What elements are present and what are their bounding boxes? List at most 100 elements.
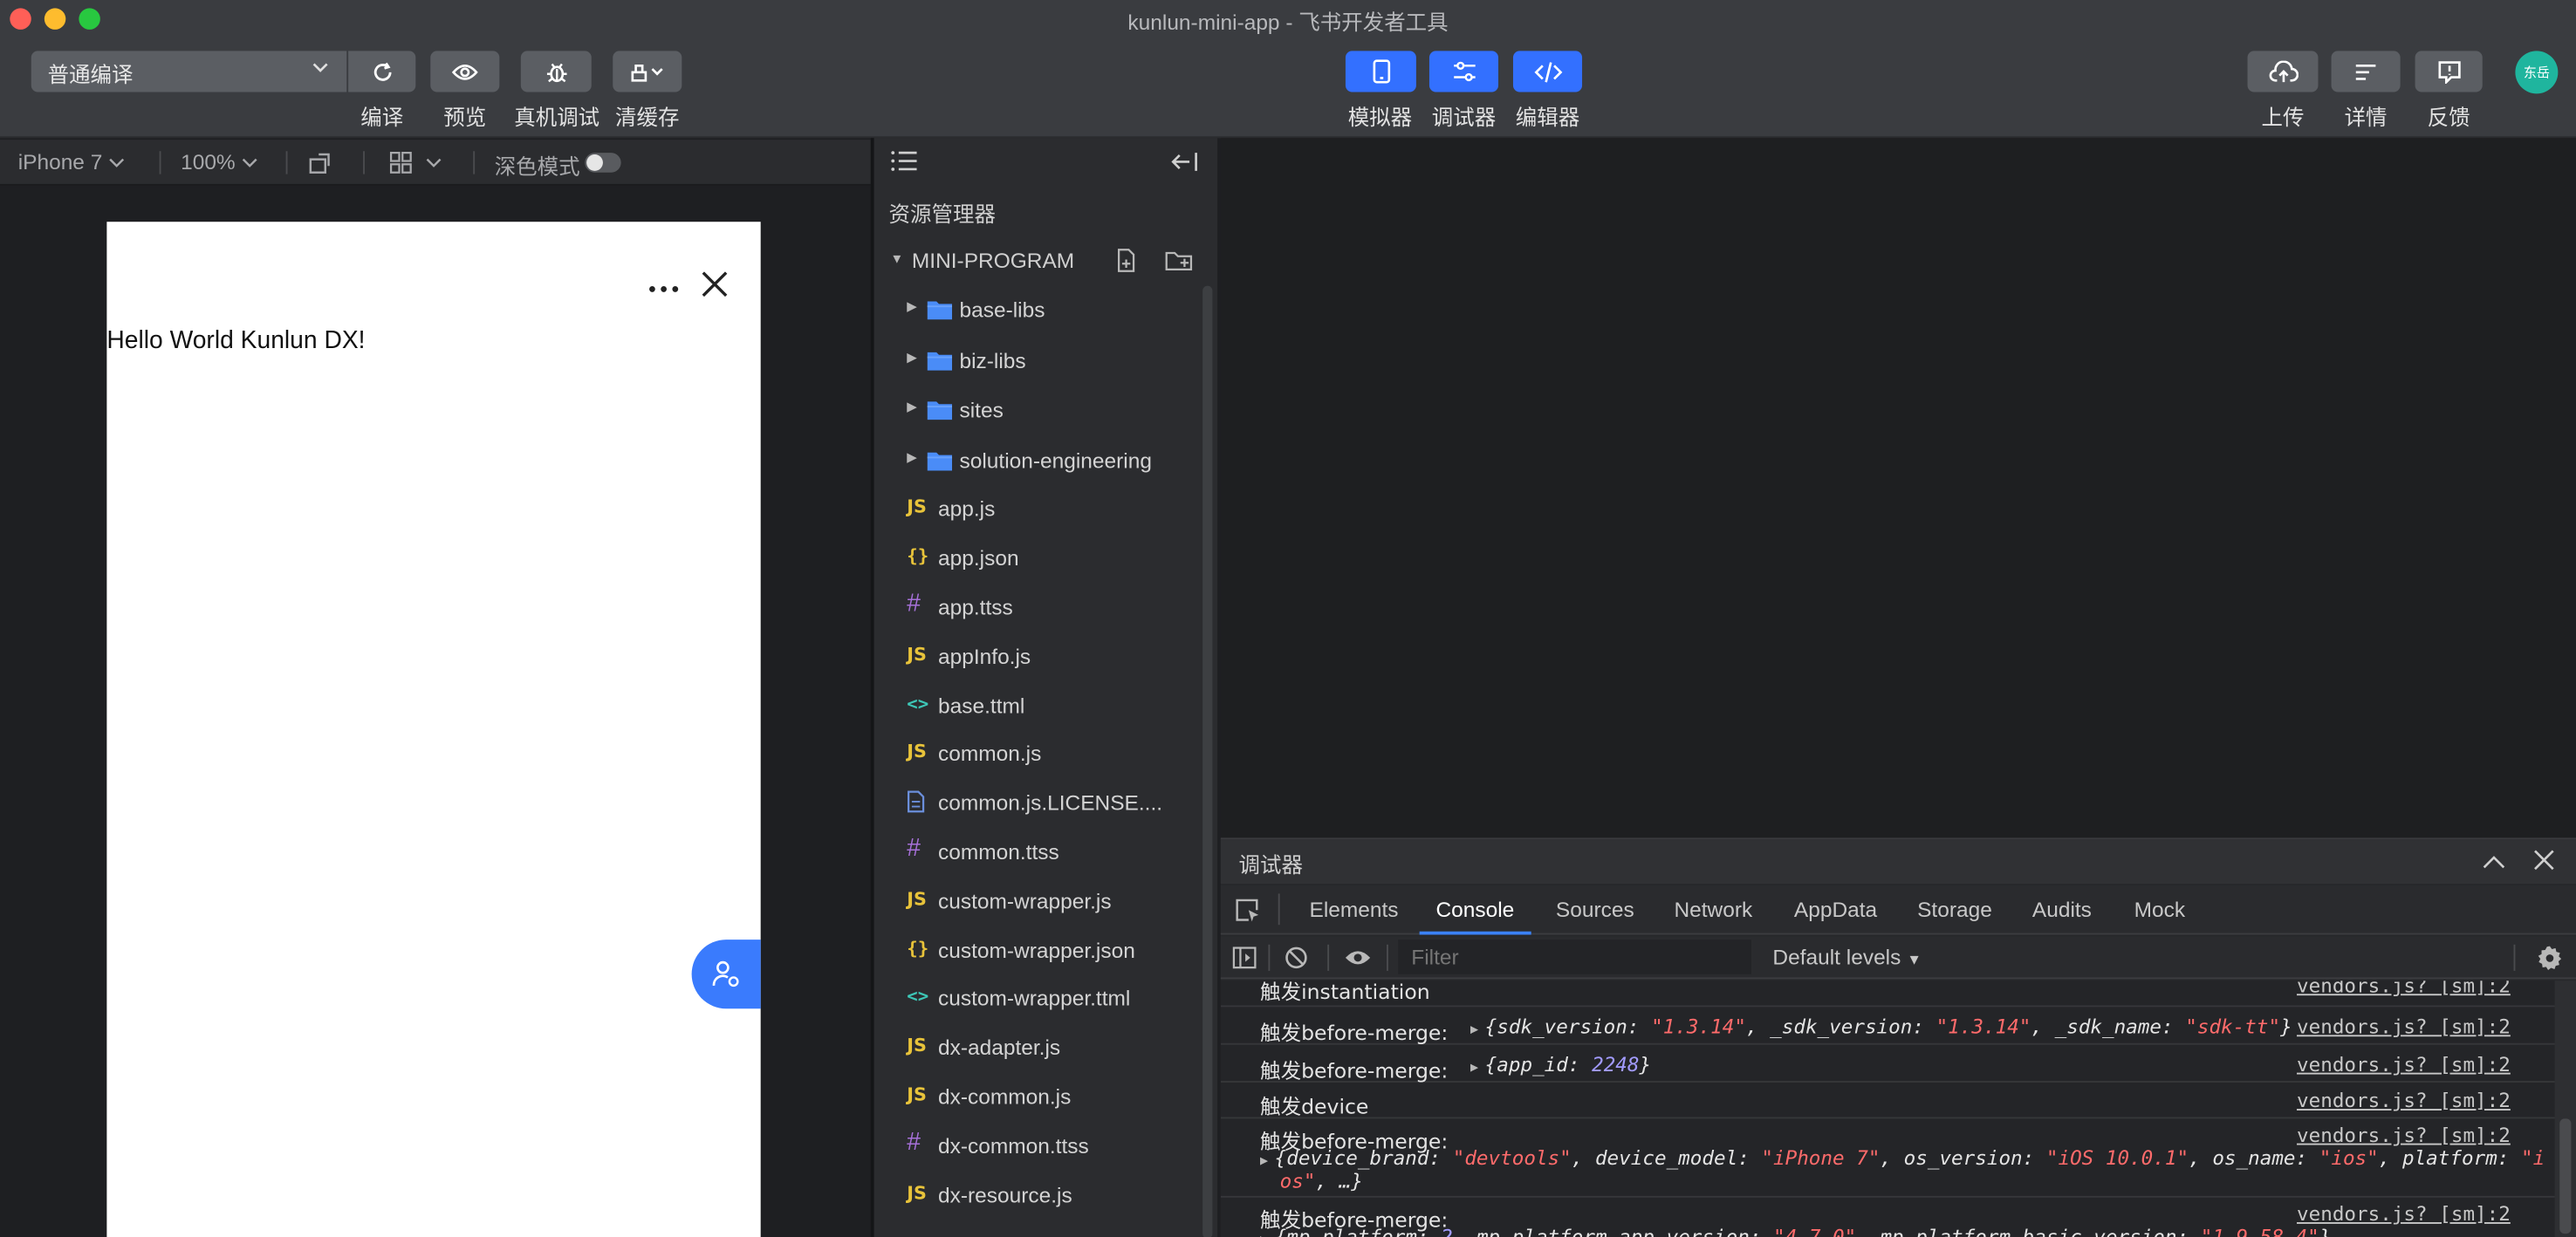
- more-icon[interactable]: [647, 268, 681, 303]
- tree-file[interactable]: common.js.LICENSE....: [874, 781, 1203, 830]
- log-entry[interactable]: 触发before-merge: ▶{mp_platform: 2, mp_pla…: [1221, 1198, 2555, 1237]
- folder-icon: [927, 299, 953, 325]
- chevron-up-icon[interactable]: [2483, 851, 2505, 875]
- console-filter-input[interactable]: [1398, 940, 1751, 974]
- avatar[interactable]: 东岳: [2515, 51, 2559, 94]
- log-object[interactable]: ▶{mp_platform: 2, mp_platform_app_versio…: [1260, 1226, 2331, 1237]
- log-levels-select[interactable]: Default levels ▼: [1772, 945, 1922, 969]
- log-entry[interactable]: 触发instantiation vendors.js? [sm]:2: [1220, 981, 2555, 1008]
- tree-file[interactable]: JS custom-wrapper.js: [874, 878, 1203, 927]
- tree-file[interactable]: JS dx-adapter.js: [874, 1025, 1203, 1074]
- tree-file[interactable]: JS app.js: [874, 487, 1203, 536]
- layout-grid-icon[interactable]: [389, 151, 445, 179]
- tree-item-label: biz-libs: [959, 347, 1026, 372]
- mini-program-section[interactable]: ▼ MINI-PROGRAM: [874, 245, 1217, 278]
- rotate-icon[interactable]: [309, 151, 335, 179]
- log-object[interactable]: ▶ {device_brand: "devtools", device_model…: [1260, 1146, 2545, 1169]
- tab-audits[interactable]: Audits: [2032, 897, 2092, 921]
- feedback-button[interactable]: [2415, 51, 2483, 92]
- json-file-icon: {}: [907, 545, 929, 568]
- tab-mock[interactable]: Mock: [2134, 897, 2185, 921]
- clear-cache-button[interactable]: [613, 51, 682, 92]
- details-button[interactable]: [2331, 51, 2401, 92]
- list-icon[interactable]: [890, 149, 918, 181]
- tree-file[interactable]: JS appInfo.js: [874, 633, 1203, 682]
- close-icon[interactable]: [2533, 850, 2554, 876]
- log-source-link[interactable]: vendors.js? [sm]:2: [2297, 1053, 2511, 1076]
- editor-label: 编辑器: [1515, 105, 1580, 130]
- tree-folder[interactable]: ▶ biz-libs: [874, 336, 1203, 385]
- tab-appdata[interactable]: AppData: [1794, 897, 1877, 921]
- tree-file[interactable]: {} custom-wrapper.json: [874, 927, 1203, 976]
- log-source-link[interactable]: vendors.js? [sm]:2: [2297, 1202, 2511, 1225]
- user-settings-fab[interactable]: [691, 940, 761, 1009]
- caret-right-icon: ▶: [907, 349, 917, 365]
- collapse-panel-icon[interactable]: [1169, 151, 1197, 181]
- tab-console[interactable]: Console: [1435, 897, 1514, 921]
- console-scroll-thumb[interactable]: [2559, 1118, 2572, 1234]
- upload-button[interactable]: [2247, 51, 2319, 92]
- log-entry[interactable]: 触发before-merge: ▶ {sdk_version: "1.3.14",…: [1220, 1007, 2555, 1045]
- feedback-icon: [2437, 61, 2460, 85]
- gear-icon[interactable]: [2537, 945, 2563, 976]
- tree-item-label: base.ttml: [938, 692, 1025, 718]
- folder-icon: [927, 349, 953, 375]
- tree-item-label: dx-resource.js: [938, 1182, 1072, 1207]
- log-entry[interactable]: 触发before-merge: ▶ {device_brand: "devtool…: [1220, 1118, 2555, 1198]
- tree-file[interactable]: # dx-common.ttss: [874, 1124, 1203, 1172]
- console-scrollbar[interactable]: [2554, 981, 2576, 1237]
- log-object[interactable]: ▶ {app_id: 2248}: [1470, 1053, 1651, 1076]
- inspect-element-icon[interactable]: [1234, 897, 1260, 928]
- device-select[interactable]: iPhone 7: [18, 149, 125, 174]
- tree-file[interactable]: <> custom-wrapper.ttml: [874, 976, 1203, 1025]
- log-source-link[interactable]: vendors.js? [sm]:2: [2297, 1015, 2511, 1038]
- toolbar-divider: [1327, 944, 1330, 971]
- preview-button[interactable]: [430, 51, 500, 92]
- refresh-icon: [373, 61, 391, 80]
- log-source-link[interactable]: vendors.js? [sm]:2: [2297, 1089, 2511, 1111]
- phone-screen: Hello World Kunlun DX!: [106, 222, 761, 1237]
- dark-mode-toggle[interactable]: [585, 153, 621, 173]
- device-debug-button[interactable]: [520, 51, 592, 92]
- log-entry[interactable]: 触发before-merge: ▶ {app_id: 2248} vendors.…: [1220, 1045, 2555, 1083]
- tab-storage[interactable]: Storage: [1917, 897, 1992, 921]
- tree-file[interactable]: # common.ttss: [874, 830, 1203, 878]
- tab-elements[interactable]: Elements: [1310, 897, 1399, 921]
- js-file-icon: JS: [907, 742, 927, 763]
- close-icon[interactable]: [698, 268, 731, 309]
- tree-file[interactable]: {} app.json: [874, 536, 1203, 584]
- tree-item-label: solution-engineering: [959, 448, 1152, 473]
- tree-folder[interactable]: ▶ base-libs: [874, 286, 1203, 335]
- log-source-link[interactable]: vendors.js? [sm]:2: [2297, 981, 2511, 997]
- explorer-scrollbar[interactable]: [1202, 285, 1213, 1237]
- device-value: iPhone 7: [17, 149, 103, 174]
- sidebar-toggle-icon[interactable]: [1232, 947, 1257, 974]
- eye-icon[interactable]: [1344, 948, 1372, 973]
- clear-console-icon[interactable]: [1285, 947, 1307, 974]
- zoom-select[interactable]: 100%: [181, 149, 257, 174]
- editor-toggle-button[interactable]: [1512, 51, 1583, 92]
- tab-network[interactable]: Network: [1674, 897, 1752, 921]
- new-file-icon[interactable]: [1113, 248, 1138, 277]
- log-entry[interactable]: 触发device vendors.js? [sm]:2: [1220, 1083, 2555, 1119]
- tree-folder[interactable]: ▶ sites: [874, 386, 1203, 435]
- tree-file[interactable]: <> base.ttml: [874, 683, 1203, 732]
- tree-file[interactable]: JS common.js: [874, 732, 1203, 781]
- toolbar-divider: [1268, 944, 1271, 971]
- new-folder-icon[interactable]: [1165, 248, 1195, 277]
- log-source-link[interactable]: vendors.js? [sm]:2: [2297, 1124, 2511, 1146]
- json-file-icon: {}: [907, 937, 929, 959]
- simulator-toggle-button[interactable]: [1345, 51, 1416, 92]
- tree-file[interactable]: JS dx-common.js: [874, 1075, 1203, 1124]
- dark-mode-label: 深色模式: [494, 154, 580, 180]
- tree-file[interactable]: JS dx-resource.js: [874, 1172, 1203, 1221]
- debugger-toggle-button[interactable]: [1428, 51, 1499, 92]
- tab-sources[interactable]: Sources: [1556, 897, 1634, 921]
- tree-folder[interactable]: ▶ solution-engineering: [874, 437, 1203, 486]
- style-file-icon: #: [907, 1128, 921, 1157]
- tree-file[interactable]: # app.ttss: [874, 584, 1203, 633]
- log-object[interactable]: ▶ {sdk_version: "1.3.14", _sdk_version: "…: [1470, 1015, 2292, 1038]
- compile-button[interactable]: [348, 51, 416, 92]
- js-file-icon: JS: [907, 1035, 927, 1057]
- compile-mode-select[interactable]: 普通编译: [31, 51, 347, 92]
